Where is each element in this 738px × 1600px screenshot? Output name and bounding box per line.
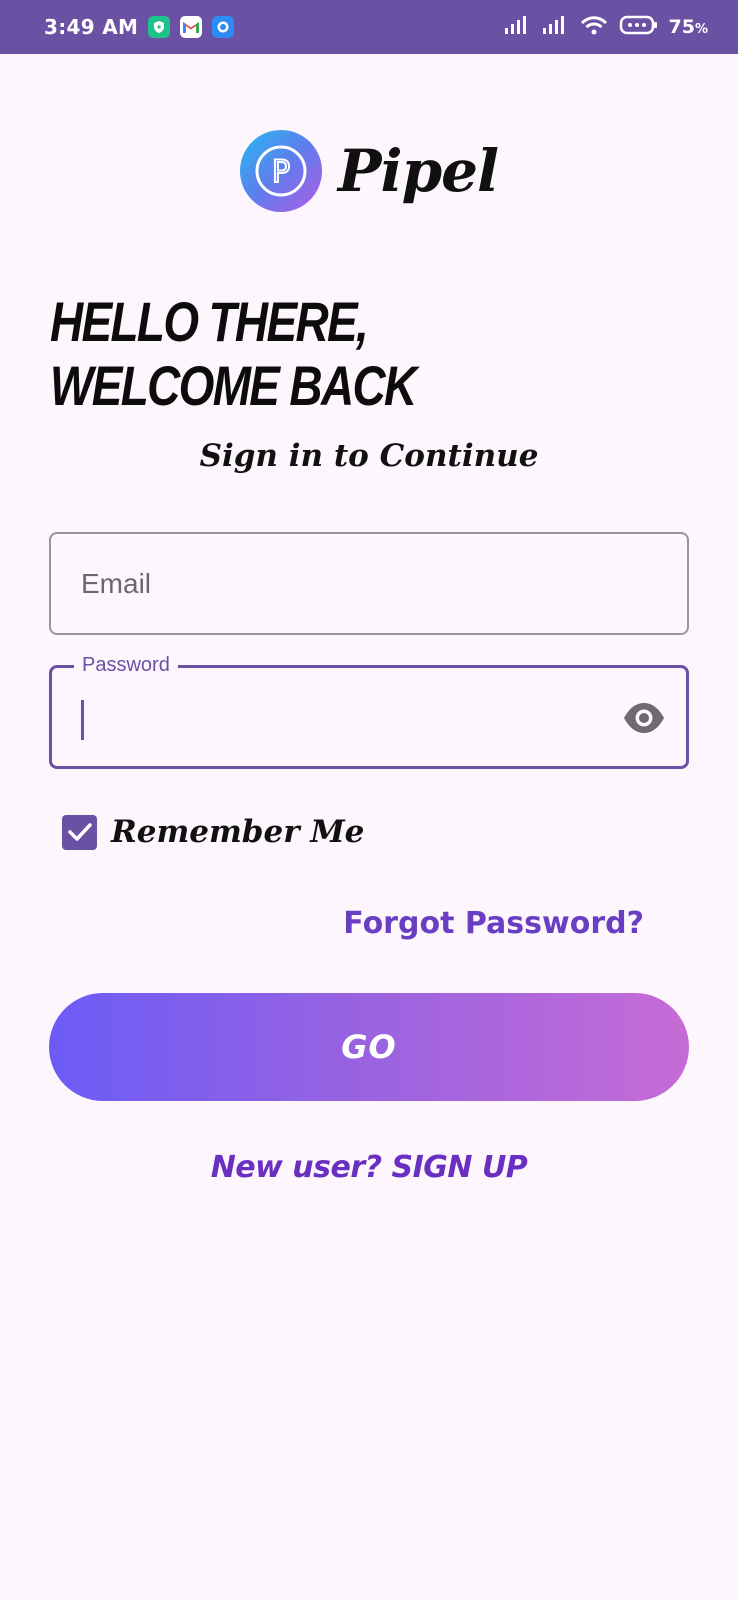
battery-unit: % [694,22,708,37]
forgot-password-link[interactable]: Forgot Password? [343,906,644,941]
email-field[interactable] [49,532,689,635]
show-password-eye-icon[interactable] [622,698,666,738]
battery-level: 75% [669,16,708,38]
headline-line-2: WELCOME BACK [50,354,417,417]
password-input[interactable] [88,690,588,746]
status-time: 3:49 AM [44,15,139,39]
status-left: 3:49 AM [44,15,235,39]
battery-icon [619,14,659,41]
password-field[interactable]: Password [49,654,689,769]
app-name: Pipel [337,137,499,205]
status-right: 75% [503,14,708,41]
text-cursor [81,700,84,740]
welcome-headline: HELLO THERE, WELCOME BACK [50,290,542,418]
sign-up-link[interactable]: New user? SIGN UP [0,1150,738,1185]
checkmark-icon [67,823,92,841]
logo-letter: P [272,155,290,190]
sign-in-subtitle: Sign in to Continue [199,438,539,474]
remember-me-checkbox[interactable] [62,814,97,850]
remember-me-row[interactable]: Remember Me [62,812,364,852]
gmail-icon [180,16,203,38]
app-logo: P Pipel [0,130,738,212]
signal-icon [541,14,569,41]
battery-percent: 75 [668,16,695,38]
go-button[interactable]: GO [49,993,689,1101]
signal-icon [503,14,531,41]
status-bar: 3:49 AM 75% [0,0,738,54]
password-label: Password [74,654,178,677]
wifi-icon [579,14,609,41]
remember-me-label: Remember Me [111,814,365,850]
vpn-shield-icon [148,16,171,38]
pipel-logo-icon: P [239,130,322,212]
headline-line-1: HELLO THERE, [50,290,369,353]
email-input[interactable] [81,567,687,600]
messenger-icon [212,16,235,38]
